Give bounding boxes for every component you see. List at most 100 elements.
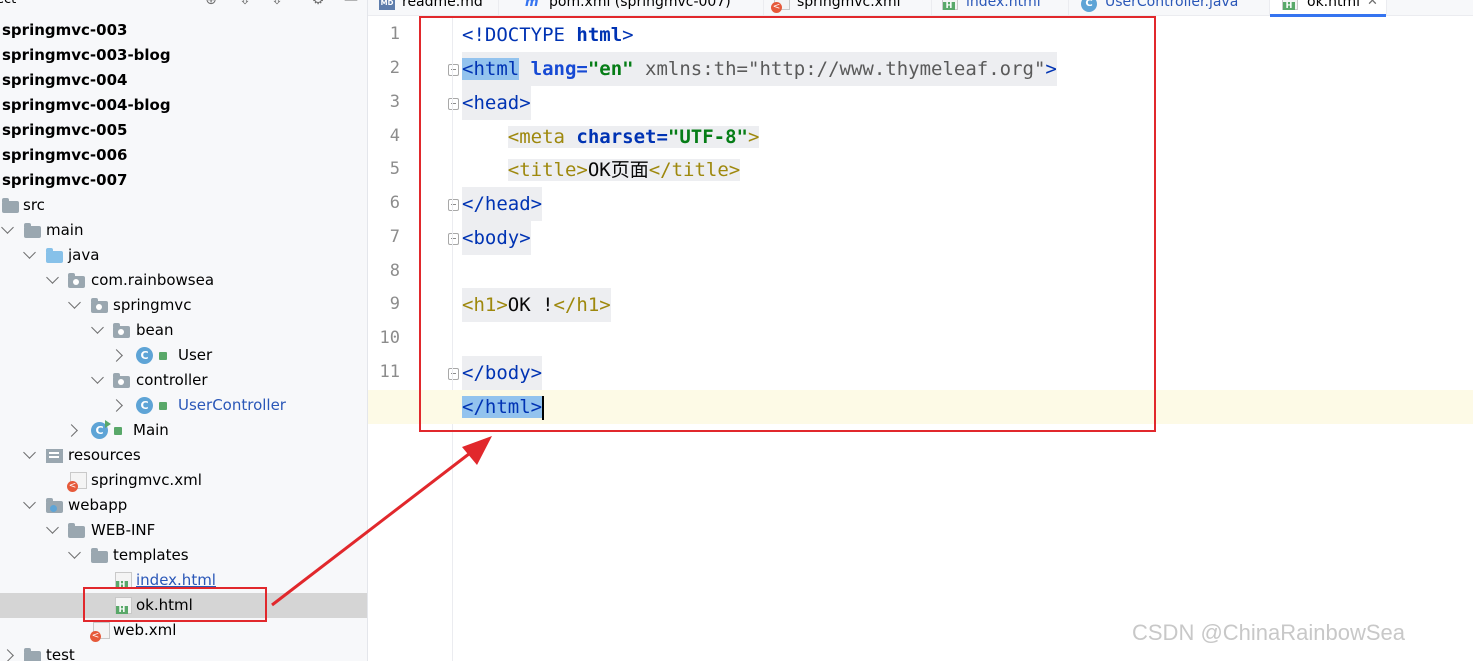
tree-item-com-rainbowsea[interactable]: com.rainbowsea — [0, 268, 356, 293]
folder-icon — [24, 223, 41, 238]
chevron-down-icon[interactable] — [23, 496, 36, 509]
tree-item-templates[interactable]: templates — [0, 543, 356, 568]
chevron-right-icon[interactable] — [110, 349, 123, 362]
package-icon — [68, 273, 85, 288]
code-highlight-box — [419, 16, 1156, 432]
tab-label: UserController.java — [1105, 0, 1239, 10]
html-file-icon — [1282, 0, 1298, 10]
tree-item-bean[interactable]: bean — [0, 318, 356, 343]
tree-item-user[interactable]: C User — [0, 343, 356, 368]
line-number: 11 — [379, 362, 400, 382]
tab-label: index.html — [966, 0, 1041, 10]
tree-item-label: test — [46, 646, 75, 661]
java-class-icon: C — [136, 347, 153, 364]
tree-item-label: templates — [113, 546, 189, 564]
folder-icon — [68, 523, 85, 538]
lock-icon — [114, 427, 122, 435]
watermark: CSDN @ChinaRainbowSea — [1132, 620, 1406, 645]
project-panel: ect ⊕ ⇩ ⇳ ⚙ — springmvc-003 springmvc-00… — [0, 0, 368, 661]
tree-item-label: bean — [136, 321, 174, 339]
collapse-all-icon[interactable]: ⇩ — [236, 0, 254, 8]
xml-file-icon — [67, 472, 87, 492]
tree-item-label: User — [178, 346, 213, 364]
tree-item-label: src — [23, 196, 45, 214]
chevron-right-icon[interactable] — [65, 424, 78, 437]
tree-item-main-class[interactable]: C Main — [0, 418, 356, 443]
runnable-class-icon: C — [91, 420, 111, 439]
chevron-down-icon[interactable] — [1, 221, 14, 234]
tree-item-resources[interactable]: resources — [0, 443, 356, 468]
chevron-down-icon[interactable] — [46, 271, 59, 284]
file-highlight-box — [83, 587, 267, 622]
tree-item-label: springmvc-007 — [2, 171, 128, 189]
tree-item-web-inf[interactable]: WEB-INF — [0, 518, 356, 543]
editor-tab-bar: MD readme.md m pom.xml (springmvc-007) s… — [368, 0, 1473, 17]
minimize-icon[interactable]: — — [342, 0, 360, 8]
chevron-down-icon[interactable] — [91, 371, 104, 384]
expand-all-icon[interactable]: ⇳ — [268, 0, 286, 8]
chevron-right-icon[interactable] — [1, 649, 14, 661]
tree-item-label: webapp — [68, 496, 128, 514]
package-icon — [113, 373, 130, 388]
tree-item-label: springmvc-003-blog — [2, 46, 171, 64]
xml-file-icon — [90, 622, 110, 642]
html-file-icon — [942, 0, 958, 10]
locate-icon[interactable]: ⊕ — [202, 0, 220, 8]
java-class-icon: C — [1081, 0, 1097, 12]
tree-item-label: UserController — [178, 396, 286, 414]
tree-item-springmvc-007[interactable]: springmvc-007 — [0, 168, 356, 193]
close-icon[interactable]: ✕ — [1367, 0, 1378, 12]
chevron-down-icon[interactable] — [68, 546, 81, 559]
line-number: 2 — [389, 58, 400, 78]
lock-icon — [159, 352, 167, 360]
tab-pom-xml[interactable]: m pom.xml (springmvc-007) — [499, 0, 764, 16]
chevron-down-icon[interactable] — [91, 321, 104, 334]
tab-readme-md[interactable]: MD readme.md — [368, 0, 499, 16]
tree-item-springmvc-003-blog[interactable]: springmvc-003-blog — [0, 43, 356, 68]
tree-item-java[interactable]: java — [0, 243, 356, 268]
tree-item-label: Main — [133, 421, 169, 439]
tree-item-springmvc-xml[interactable]: springmvc.xml — [0, 468, 356, 493]
line-number: 4 — [389, 126, 400, 146]
tree-item-springmvc-005[interactable]: springmvc-005 — [0, 118, 356, 143]
tree-item-springmvc-004-blog[interactable]: springmvc-004-blog — [0, 93, 356, 118]
web-folder-icon — [46, 498, 63, 513]
line-number: 7 — [389, 227, 400, 247]
tree-item-label: com.rainbowsea — [91, 271, 215, 289]
tab-label: pom.xml (springmvc-007) — [549, 0, 731, 10]
tab-ok-html[interactable]: ok.html ✕ — [1270, 0, 1387, 17]
tree-item-springmvc-003[interactable]: springmvc-003 — [0, 18, 356, 43]
line-number: 6 — [389, 193, 400, 213]
tree-item-label: springmvc.xml — [91, 471, 202, 489]
markdown-file-icon: MD — [379, 0, 395, 10]
folder-icon — [91, 548, 108, 563]
tab-springmvc-xml[interactable]: springmvc.xml — [764, 0, 932, 16]
tab-label: readme.md — [402, 0, 483, 10]
lock-icon — [159, 402, 167, 410]
tree-item-test[interactable]: test — [0, 643, 356, 661]
tree-item-label: springmvc-006 — [2, 146, 128, 164]
chevron-right-icon[interactable] — [110, 399, 123, 412]
gear-icon[interactable]: ⚙ — [309, 0, 327, 8]
tree-item-label: controller — [136, 371, 208, 389]
tree-item-springmvc[interactable]: springmvc — [0, 293, 356, 318]
tab-usercontroller-java[interactable]: C UserController.java — [1069, 0, 1270, 16]
tree-item-controller[interactable]: controller — [0, 368, 356, 393]
tree-item-springmvc-006[interactable]: springmvc-006 — [0, 143, 356, 168]
tree-item-src[interactable]: src — [0, 193, 356, 218]
chevron-down-icon[interactable] — [46, 521, 59, 534]
tree-item-main[interactable]: main — [0, 218, 356, 243]
tab-index-html[interactable]: index.html — [932, 0, 1069, 16]
tree-item-usercontroller[interactable]: C UserController — [0, 393, 356, 418]
folder-icon — [2, 198, 19, 213]
chevron-down-icon[interactable] — [68, 296, 81, 309]
tree-item-webapp[interactable]: webapp — [0, 493, 356, 518]
maven-file-icon: m — [525, 0, 539, 10]
package-icon — [113, 323, 130, 338]
tab-label: ok.html — [1307, 0, 1361, 10]
tree-item-springmvc-004[interactable]: springmvc-004 — [0, 68, 356, 93]
source-folder-icon — [46, 248, 63, 263]
chevron-down-icon[interactable] — [23, 246, 36, 259]
resources-folder-icon — [46, 449, 63, 463]
chevron-down-icon[interactable] — [23, 446, 36, 459]
